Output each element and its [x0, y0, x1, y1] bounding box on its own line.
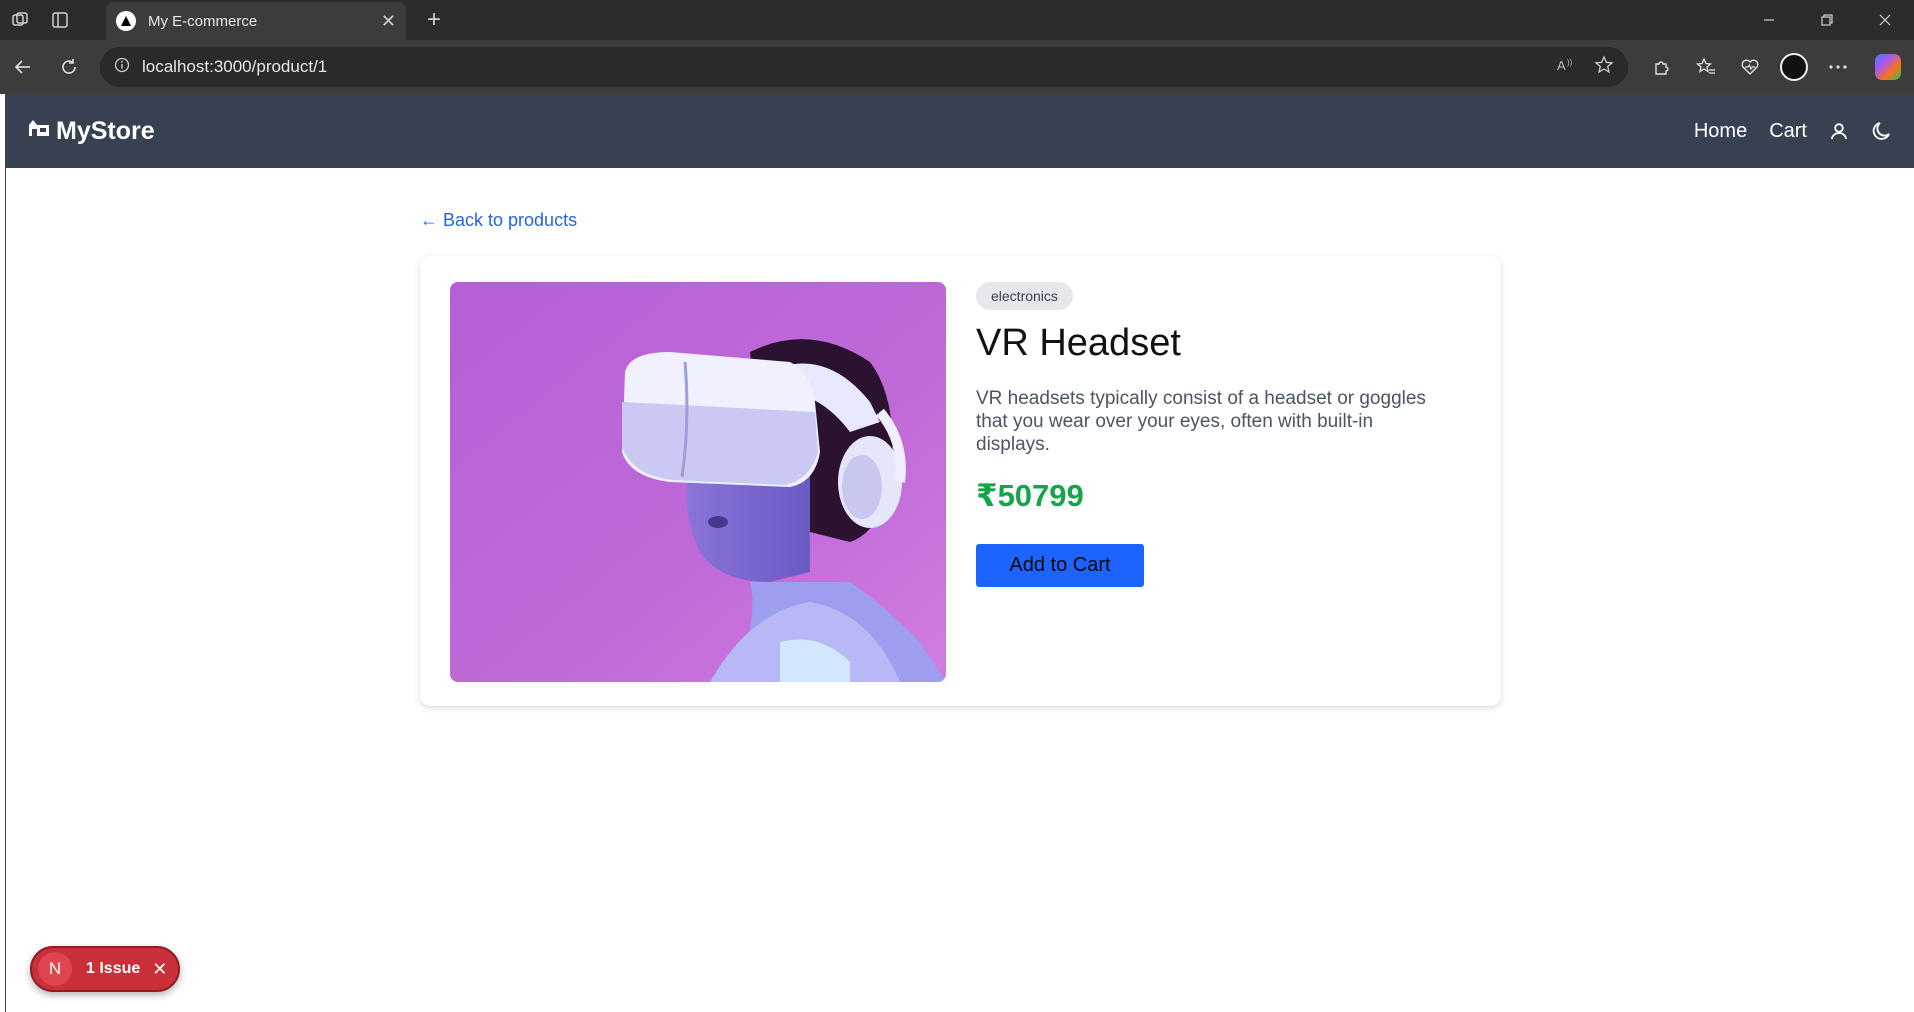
- tab-close-icon[interactable]: ✕: [381, 11, 396, 32]
- close-window-icon[interactable]: [1856, 0, 1914, 40]
- favorite-star-icon[interactable]: [1594, 54, 1614, 80]
- category-badge: electronics: [976, 282, 1073, 310]
- issue-count-label[interactable]: 1 Issue: [86, 960, 140, 978]
- restore-icon[interactable]: [1798, 0, 1856, 40]
- product-price: ₹50799: [976, 478, 1084, 513]
- nav-links: Home Cart: [1694, 120, 1893, 143]
- workspaces-icon[interactable]: [0, 0, 40, 40]
- svg-text:A: A: [1557, 58, 1566, 73]
- url-input[interactable]: localhost:3000/product/1 A)): [100, 47, 1628, 87]
- dark-mode-moon-icon[interactable]: [1871, 120, 1893, 142]
- new-tab-icon[interactable]: +: [414, 0, 454, 40]
- extensions-icon[interactable]: [1640, 57, 1684, 77]
- site-navbar: MyStore Home Cart: [6, 94, 1914, 168]
- browser-address-bar: localhost:3000/product/1 A)): [0, 40, 1914, 94]
- window-controls: [1740, 0, 1914, 40]
- product-image: [450, 282, 946, 682]
- nextjs-issues-indicator[interactable]: N 1 Issue ✕: [30, 946, 180, 992]
- browser-tab-bar: My E-commerce ✕ +: [0, 0, 1914, 40]
- user-icon[interactable]: [1829, 121, 1849, 141]
- nextjs-favicon-icon: [116, 11, 136, 31]
- vertical-tabs-icon[interactable]: [40, 0, 80, 40]
- url-text: localhost:3000/product/1: [142, 57, 328, 76]
- product-card: electronics VR Headset VR headsets typic…: [420, 256, 1501, 706]
- brand-logo[interactable]: MyStore: [28, 117, 155, 146]
- nav-home-link[interactable]: Home: [1694, 120, 1747, 143]
- more-options-icon[interactable]: [1816, 64, 1860, 70]
- product-description: VR headsets typically consist of a heads…: [976, 388, 1426, 455]
- add-to-cart-button[interactable]: Add to Cart: [976, 544, 1144, 587]
- back-arrow-icon[interactable]: [0, 44, 46, 90]
- site-info-icon[interactable]: [114, 57, 130, 78]
- back-to-products-link[interactable]: ← Back to products: [420, 210, 577, 231]
- refresh-icon[interactable]: [46, 44, 92, 90]
- browser-essentials-heart-icon[interactable]: [1728, 57, 1772, 77]
- page-viewport: MyStore Home Cart ← Back to products ele…: [5, 94, 1914, 1012]
- browser-toolbar: [1640, 40, 1910, 94]
- svg-text:)): )): [1567, 58, 1573, 67]
- nav-cart-link[interactable]: Cart: [1769, 120, 1807, 143]
- nextjs-n-icon: N: [38, 952, 72, 986]
- store-icon: [28, 119, 50, 143]
- product-info: electronics VR Headset VR headsets typic…: [976, 282, 1456, 587]
- dismiss-issue-icon[interactable]: ✕: [152, 959, 167, 980]
- minimize-icon[interactable]: [1740, 0, 1798, 40]
- browser-tab-active[interactable]: My E-commerce ✕: [106, 2, 406, 40]
- brand-name: MyStore: [56, 116, 155, 145]
- copilot-icon[interactable]: [1866, 54, 1910, 80]
- profile-avatar[interactable]: [1772, 53, 1816, 81]
- product-title: VR Headset: [976, 322, 1181, 364]
- favorites-list-icon[interactable]: [1684, 57, 1728, 77]
- tab-title: My E-commerce: [148, 12, 258, 30]
- read-aloud-icon[interactable]: A)): [1556, 57, 1576, 78]
